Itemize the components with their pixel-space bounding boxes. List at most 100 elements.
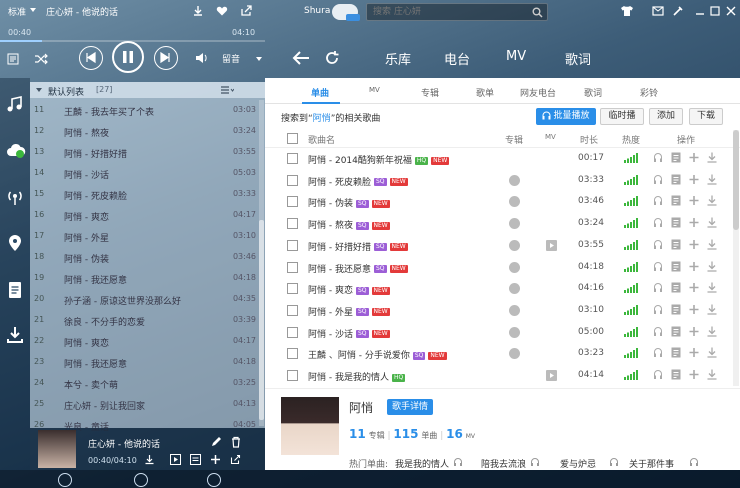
delete-icon[interactable] [230,436,242,448]
like-heart-icon[interactable] [216,5,228,17]
add-icon[interactable] [689,304,699,315]
bottom-locate-icon[interactable] [134,473,148,487]
listen-headphone-icon[interactable] [653,152,663,163]
nav-tab-lyrics[interactable]: 歌词 [565,49,591,68]
playlist-row[interactable]: 16 阿悄 - 爽恋 04:17 [30,205,258,226]
add-icon[interactable] [689,152,699,163]
nav-tab-radio[interactable]: 电台 [444,49,470,68]
download-manager-icon[interactable] [6,326,24,344]
quality-dropdown-icon[interactable] [30,8,36,12]
song-checkbox[interactable] [287,261,298,273]
album-disc-icon[interactable] [509,218,520,230]
bottom-search-icon[interactable] [207,473,221,487]
playlist-scrollbar[interactable] [259,100,264,426]
download-icon[interactable] [192,5,204,17]
song-title-cell[interactable]: 王麟 、阿悄 - 分手说爱你 SQ NEW [308,348,447,361]
album-disc-icon[interactable] [509,174,520,186]
playlist-row[interactable]: 11 王麟 - 我去年买了个表 03:03 [30,100,258,121]
sound-mode-selector[interactable]: 留音 [222,52,240,65]
artist-name[interactable]: 阿悄 [349,399,373,416]
tab-user-radio[interactable]: 网友电台 [520,86,556,99]
skin-shirt-icon[interactable] [620,5,634,17]
lyrics-doc-icon[interactable] [671,152,681,163]
tab-playlists[interactable]: 歌单 [476,86,494,99]
settings-icon[interactable] [672,5,684,17]
song-title-cell[interactable]: 阿悄 - 外星 SQ NEW [308,305,390,318]
hot-song-3[interactable]: 爱与炉忌 [560,457,596,470]
song-row[interactable]: 阿悄 - 2014酷狗新年祝福 HQ NEW 00:17 [265,148,740,170]
playlist-row[interactable]: 22 阿悄 - 爽恋 04:17 [30,331,258,352]
lyrics-doc-icon[interactable] [671,261,681,272]
song-row[interactable]: 阿悄 - 外星 SQ NEW 03:10 [265,300,740,322]
row-download-icon[interactable] [707,347,717,358]
music-note-icon[interactable] [6,96,24,114]
song-row[interactable]: 阿悄 - 熬夜 SQ NEW 03:24 [265,213,740,235]
mini-download-icon[interactable] [144,454,155,465]
playlist-row[interactable]: 21 徐良 - 不分手的恋爱 03:39 [30,310,258,331]
artist-photo[interactable] [281,397,339,455]
playlist-row[interactable]: 18 阿悄 - 伪装 03:46 [30,247,258,268]
song-title-cell[interactable]: 阿悄 - 我是我的情人 HQ [308,370,406,383]
album-disc-icon[interactable] [509,348,520,360]
song-checkbox[interactable] [287,196,298,208]
playlist-row[interactable]: 15 阿悄 - 死皮赖脸 03:33 [30,184,258,205]
row-download-icon[interactable] [707,195,717,207]
row-download-icon[interactable] [707,282,717,293]
mv-count[interactable]: 16 [446,427,463,441]
document-icon[interactable] [6,281,24,299]
minimize-icon[interactable] [694,5,706,17]
single-count[interactable]: 115 [393,427,418,441]
lyrics-doc-icon[interactable] [671,369,681,380]
temp-play-button[interactable]: 临时播 [600,108,644,125]
add-icon[interactable] [689,217,699,228]
playlist-scroll-thumb[interactable] [259,220,264,420]
add-icon[interactable] [689,282,699,293]
tab-singles[interactable]: 单曲 [311,86,329,99]
song-checkbox[interactable] [287,370,298,381]
hot-song-2[interactable]: 陪我去流浪 [481,457,526,470]
playlist-menu-icon[interactable] [220,85,234,95]
mini-share-icon[interactable] [230,454,241,465]
location-pin-icon[interactable] [6,234,24,252]
collapse-arrow-icon[interactable] [36,88,42,92]
row-download-icon[interactable] [707,239,717,250]
search-box[interactable] [366,3,548,21]
search-icon[interactable] [532,7,543,18]
song-row[interactable]: 阿悄 - 死皮赖脸 SQ NEW 03:33 [265,170,740,192]
song-title-cell[interactable]: 阿悄 - 伪装 SQ NEW [308,196,390,209]
album-disc-icon[interactable] [509,261,520,273]
playlist-row[interactable]: 23 阿悄 - 我还愿意 04:18 [30,352,258,373]
song-checkbox[interactable] [287,283,298,295]
hot-song-1-headphone-icon[interactable] [453,457,463,467]
mv-icon[interactable] [546,239,557,251]
add-icon[interactable] [689,195,699,206]
tab-albums[interactable]: 专辑 [421,86,439,99]
row-download-icon[interactable] [707,174,717,185]
mini-add-icon[interactable] [210,454,221,465]
tab-ringtones[interactable]: 彩铃 [640,86,658,99]
listen-headphone-icon[interactable] [653,282,663,293]
lyrics-doc-icon[interactable] [671,282,681,293]
album-disc-icon[interactable] [509,283,520,295]
download-button[interactable]: 下载 [689,108,723,125]
user-name[interactable]: Shura [304,6,330,16]
nav-tab-library[interactable]: 乐库 [385,49,411,68]
bottom-add-icon[interactable] [58,473,72,487]
song-title-cell[interactable]: 阿悄 - 死皮赖脸 SQ NEW [308,175,408,188]
song-row[interactable]: 王麟 、阿悄 - 分手说爱你 SQ NEW 03:23 [265,343,740,365]
listen-headphone-icon[interactable] [653,261,663,272]
share-icon[interactable] [240,5,252,17]
song-row[interactable]: 阿悄 - 沙话 SQ NEW 05:00 [265,322,740,344]
song-checkbox[interactable] [287,326,298,338]
hot-song-3-headphone-icon[interactable] [609,457,619,467]
song-checkbox[interactable] [287,348,298,360]
row-download-icon[interactable] [707,152,717,163]
album-disc-icon[interactable] [509,239,520,251]
song-row[interactable]: 阿悄 - 我是我的情人 HQ 04:14 [265,365,740,387]
song-row[interactable]: 阿悄 - 伪装 SQ NEW 03:46 [265,191,740,213]
song-title-cell[interactable]: 阿悄 - 好措好措 SQ NEW [308,240,408,253]
add-icon[interactable] [689,326,699,337]
back-arrow-icon[interactable] [292,50,310,66]
add-icon[interactable] [689,174,699,185]
results-scrollbar[interactable] [733,130,739,386]
